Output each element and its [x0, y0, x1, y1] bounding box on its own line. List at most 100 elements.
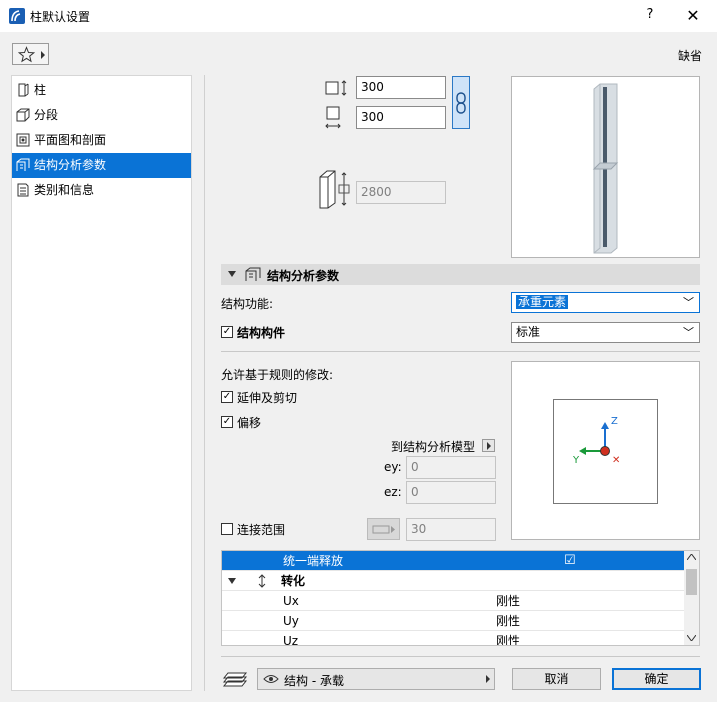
title-bar — [0, 0, 717, 32]
row-name: Uz — [283, 634, 299, 646]
sidebar: 柱 分段 平面图和剖面 结构分析参数 类别和信息 — [11, 75, 192, 691]
table-row[interactable]: Ux 刚性 — [222, 591, 685, 611]
end-release-table: 统一端释放 ☑ 转化 Ux 刚性 Uy 刚性 Uz 刚性 — [221, 550, 700, 646]
axes-icon — [579, 422, 610, 456]
structural-member-checkbox[interactable]: ✓ — [221, 326, 233, 338]
range-icon — [372, 525, 395, 534]
chevron-down-icon: ﹀ — [683, 296, 694, 309]
layers-icon — [222, 672, 248, 687]
sidebar-item-category-info[interactable]: 类别和信息 — [12, 178, 191, 203]
table-row-group[interactable]: 转化 — [222, 571, 685, 591]
depth-icon — [325, 106, 341, 129]
eye-icon — [263, 675, 279, 683]
depth-input[interactable]: 300 — [356, 106, 446, 129]
chain-link-icon — [456, 92, 466, 114]
collapse-arrow-icon — [228, 578, 236, 584]
help-button[interactable]: ? — [640, 7, 660, 25]
structural-member-value: 标准 — [516, 325, 541, 339]
window-title: 柱默认设置 — [30, 10, 91, 24]
sidebar-item-label: 柱 — [34, 83, 47, 97]
row-name: 转化 — [281, 574, 306, 588]
sidebar-item-label: 平面图和剖面 — [34, 133, 107, 147]
extend-trim-label: 延伸及剪切 — [237, 391, 298, 405]
table-row[interactable]: Uz 刚性 — [222, 631, 685, 646]
offset-checkbox[interactable]: ✓ — [221, 416, 233, 428]
ez-label: ez: — [384, 485, 402, 499]
translation-icon — [258, 574, 266, 588]
close-button[interactable]: ✕ — [683, 6, 703, 26]
divider — [221, 656, 700, 657]
to-analysis-model-button[interactable] — [482, 439, 495, 452]
ok-button[interactable]: 确定 — [612, 668, 701, 690]
row-value: 刚性 — [496, 594, 521, 608]
layer-name: 结构 - 承载 — [284, 674, 344, 688]
connection-range-mode-button[interactable] — [367, 518, 400, 540]
ey-input[interactable]: 0 — [406, 456, 496, 479]
height-input[interactable]: 2800 — [356, 181, 446, 204]
axis-preview: Z Y ✕ — [511, 361, 700, 540]
sidebar-item-label: 结构分析参数 — [34, 158, 107, 172]
x-axis-label: ✕ — [612, 455, 621, 466]
sidebar-item-floorplan-section[interactable]: 平面图和剖面 — [12, 128, 191, 153]
archicad-logo-icon — [9, 8, 25, 24]
column-preview-image — [592, 83, 619, 254]
height-icon — [319, 170, 350, 209]
star-icon — [18, 46, 35, 63]
connection-range-input[interactable]: 30 — [406, 518, 496, 541]
structural-function-select[interactable]: 承重元素 ﹀ — [511, 292, 700, 313]
scroll-down-icon[interactable] — [687, 635, 696, 641]
ez-input[interactable]: 0 — [406, 481, 496, 504]
link-toggle[interactable] — [452, 76, 470, 129]
cancel-button[interactable]: 取消 — [512, 668, 601, 690]
layer-select[interactable]: 结构 - 承载 — [257, 668, 495, 690]
structural-member-label: 结构构件 — [237, 326, 286, 340]
column-3d-preview — [511, 76, 700, 258]
section-title: 结构分析参数 — [267, 269, 340, 283]
structural-analysis-icon — [245, 267, 261, 281]
scroll-up-icon[interactable] — [687, 554, 696, 560]
row-value: 刚性 — [496, 614, 521, 628]
table-row[interactable]: Uy 刚性 — [222, 611, 685, 631]
arrow-right-icon — [486, 675, 490, 683]
sidebar-item-label: 类别和信息 — [34, 183, 95, 197]
structural-function-label: 结构功能: — [221, 297, 274, 311]
row-name: Ux — [283, 594, 299, 608]
default-label: 缺省 — [678, 49, 703, 63]
width-input[interactable]: 300 — [356, 76, 446, 99]
favorites-button[interactable] — [12, 43, 49, 65]
connection-range-checkbox[interactable] — [221, 523, 233, 535]
table-row[interactable]: 统一端释放 ☑ — [222, 551, 685, 571]
extend-trim-checkbox[interactable]: ✓ — [221, 391, 233, 403]
arrow-right-icon — [487, 442, 491, 450]
column-icon — [18, 83, 29, 97]
sidebar-item-structural-analysis[interactable]: 结构分析参数 — [12, 153, 191, 178]
structural-function-value: 承重元素 — [516, 295, 569, 309]
floorplan-section-icon — [16, 133, 30, 147]
sidebar-item-label: 分段 — [34, 108, 59, 122]
table-scrollbar[interactable] — [684, 551, 699, 645]
row-name: 统一端释放 — [283, 554, 344, 568]
width-icon — [325, 80, 347, 96]
category-info-icon — [17, 183, 29, 197]
chevron-down-icon: ﹀ — [683, 326, 694, 339]
sidebar-item-column[interactable]: 柱 — [12, 78, 191, 103]
structural-analysis-icon — [16, 158, 30, 171]
scrollbar-thumb[interactable] — [686, 569, 697, 595]
arrow-right-icon — [41, 51, 45, 59]
structural-section-header[interactable]: 结构分析参数 — [221, 264, 700, 285]
connection-range-label: 连接范围 — [237, 523, 286, 537]
y-axis-label: Y — [573, 455, 580, 466]
to-analysis-model-label: 到结构分析模型 — [391, 440, 476, 454]
structural-member-select[interactable]: 标准 ﹀ — [511, 322, 700, 343]
offset-label: 偏移 — [237, 416, 262, 430]
row-value: 刚性 — [496, 634, 521, 646]
row-name: Uy — [283, 614, 299, 628]
sidebar-item-segment[interactable]: 分段 — [12, 103, 191, 128]
z-axis-label: Z — [611, 416, 618, 427]
column-section-square: Z Y ✕ — [553, 399, 658, 504]
collapse-arrow-icon — [228, 271, 236, 277]
divider — [221, 351, 700, 352]
row-checkbox[interactable]: ☑ — [564, 551, 576, 571]
segment-icon — [16, 108, 30, 122]
panel-divider — [204, 75, 205, 691]
